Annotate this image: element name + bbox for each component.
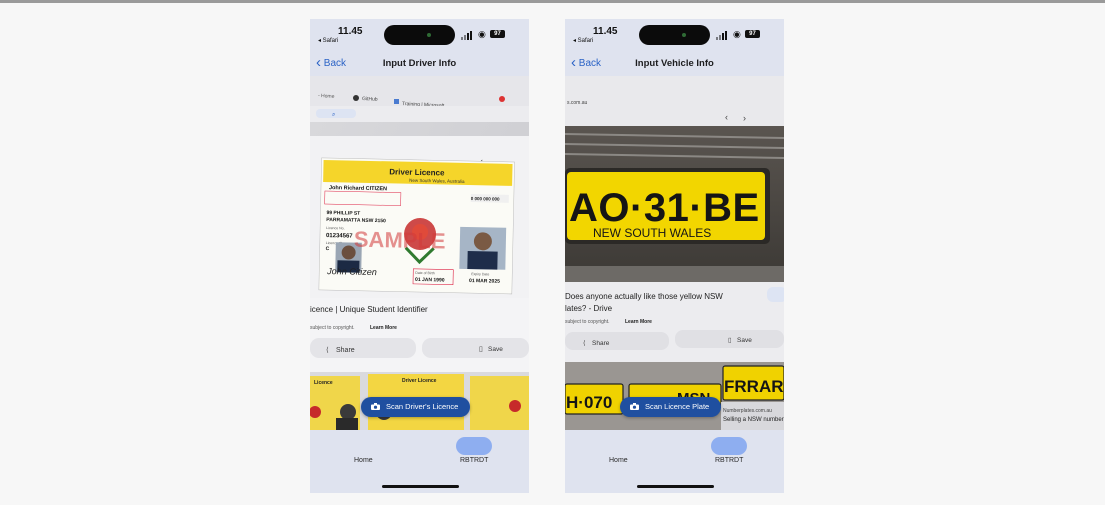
sample-watermark: SAMPLE <box>354 227 446 254</box>
thumb-label: Driver Licence <box>402 378 437 384</box>
camera-indicator-icon <box>682 33 686 37</box>
result-title: icence | Unique Student Identifier <box>310 305 428 314</box>
share-icon: ⟨ <box>326 346 329 354</box>
plate-thumb-right: FRRAR <box>724 377 784 396</box>
url-fragment: s.com.au <box>567 100 588 106</box>
licence-heading: Driver Licence <box>389 167 445 177</box>
camera-icon <box>630 402 639 410</box>
dynamic-island <box>384 25 455 45</box>
scan-licence-plate-button[interactable]: Scan Licence Plate <box>620 397 722 417</box>
browser-tab-text: - Home <box>318 93 335 100</box>
dob-label: Date of Birth <box>415 271 435 275</box>
active-tab-indicator[interactable] <box>456 437 492 455</box>
plate-state: NEW SOUTH WALES <box>593 226 711 240</box>
licence-card-number: 0 000 000 000 <box>471 196 500 202</box>
battery-icon: 97 <box>490 30 505 38</box>
result-title-line-1: Does anyone actually like those yellow N… <box>565 292 723 301</box>
plate-thumb-left: H·070 <box>566 393 612 412</box>
result-title-line-2: lates? - Drive <box>565 304 613 313</box>
status-back-to-safari[interactable]: ◂ Safari <box>573 37 593 44</box>
svg-text:›: › <box>743 113 746 123</box>
share-label: Share <box>592 340 610 347</box>
signal-icon <box>461 37 463 40</box>
phone-screen-vehicle: 11.45 ◂ Safari ◉ 97 ‹ Back Input Vehicle… <box>565 19 784 493</box>
expiry-label: Expiry Date <box>471 272 489 276</box>
thumb-caption-1: Numberplates.com.au <box>723 408 772 414</box>
page-title: Input Driver Info <box>382 58 457 69</box>
share-label: Share <box>336 347 355 354</box>
scan-button-label: Scan Licence Plate <box>645 402 710 411</box>
bottom-tab-bar: Home RBTRDT <box>565 430 784 493</box>
status-back-to-safari[interactable]: ◂ Safari <box>318 37 338 44</box>
copyright-text: subject to copyright. <box>310 325 354 331</box>
camera-feed-licence-plate: s.com.au ‹ › AO·31·BE NEW SOUTH WALES Do… <box>565 76 784 430</box>
page-title: Input Vehicle Info <box>635 58 714 69</box>
licence-class: C <box>326 246 330 252</box>
licence-number: 01234567 <box>326 233 353 240</box>
tab-rbtrdt[interactable]: RBTRDT <box>460 457 488 464</box>
svg-text:‹: ‹ <box>725 112 728 122</box>
wifi-icon: ◉ <box>733 29 741 39</box>
camera-indicator-icon <box>427 33 431 37</box>
licence-dob: 01 JAN 1990 <box>415 277 445 284</box>
status-time: 11.45 <box>593 26 618 37</box>
thumb-caption-2: Selling a NSW number <box>723 417 784 423</box>
learn-more-link: Learn More <box>625 319 652 325</box>
wifi-icon: ◉ <box>478 29 486 39</box>
camera-feed-driver-licence: - Home GitHub Training | Microsoft... In… <box>310 76 529 430</box>
licence-expiry: 01 MAR 2025 <box>469 278 500 285</box>
copyright-text: subject to copyright. <box>565 319 609 325</box>
tab-home[interactable]: Home <box>609 457 628 464</box>
plate-number: AO·31·BE <box>569 186 760 230</box>
status-icons: ◉ 97 <box>461 30 509 40</box>
learn-more-link: Learn More <box>370 325 397 331</box>
home-indicator[interactable] <box>382 485 459 488</box>
licence-signature: John Citizen <box>326 266 377 277</box>
save-label: Save <box>488 346 503 353</box>
dynamic-island <box>639 25 710 45</box>
licence-address-2: PARRAMATTA NSW 2150 <box>326 217 386 224</box>
tab-rbtrdt[interactable]: RBTRDT <box>715 457 743 464</box>
camera-icon <box>371 402 380 410</box>
bookmark-icon: ▯ <box>479 346 483 353</box>
tab-home[interactable]: Home <box>354 457 373 464</box>
camera-preview[interactable]: - Home GitHub Training | Microsoft... In… <box>310 76 529 430</box>
driver-licence-card: Driver Licence New South Wales, Australi… <box>318 157 515 295</box>
active-tab-indicator[interactable] <box>711 437 747 455</box>
thumb-label: Licence <box>314 380 333 386</box>
licence-address-1: 99 PHILLIP ST <box>326 210 360 217</box>
scan-drivers-licence-button[interactable]: Scan Driver's Licence <box>361 397 471 417</box>
home-indicator[interactable] <box>637 485 714 488</box>
window-top-edge <box>0 0 1105 3</box>
licence-no-label: Licence No. <box>326 226 345 230</box>
bottom-tab-bar: Home RBTRDT <box>310 430 529 493</box>
browser-tab-text: GitHub <box>362 96 378 103</box>
camera-preview[interactable]: s.com.au ‹ › AO·31·BE NEW SOUTH WALES Do… <box>565 76 784 430</box>
battery-icon: 97 <box>745 30 760 38</box>
signal-icon <box>716 37 718 40</box>
bookmark-icon: ▯ <box>728 337 732 344</box>
status-icons: ◉ 97 <box>716 30 764 40</box>
status-time: 11.45 <box>338 26 363 37</box>
save-label: Save <box>737 337 752 344</box>
phone-screen-driver: 11.45 ◂ Safari ◉ 97 ‹ Back Input Driver … <box>310 19 529 493</box>
scan-button-label: Scan Driver's Licence <box>386 402 459 411</box>
svg-text:⌕: ⌕ <box>332 112 335 118</box>
